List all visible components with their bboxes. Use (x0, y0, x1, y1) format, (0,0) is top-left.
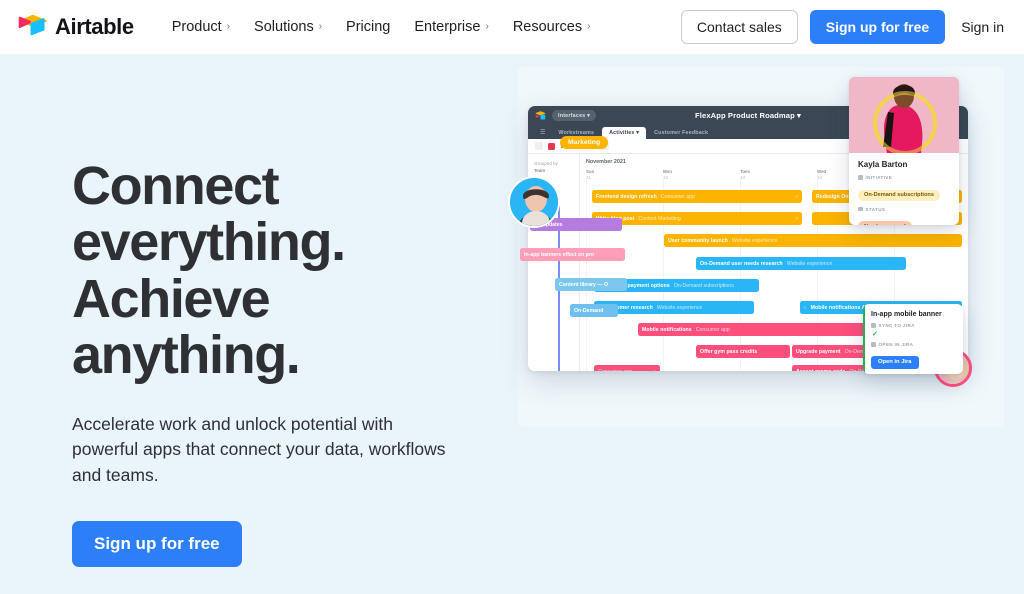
chevron-right-icon: › (226, 21, 231, 32)
bar-title: Offer gym pass credits (700, 348, 758, 355)
bar-end-handle-icon[interactable]: » (795, 216, 798, 222)
bar-subtitle: Content Marketing (638, 215, 681, 222)
nav-label: Solutions (254, 19, 314, 35)
bar-subtitle: Consumer app (598, 369, 632, 372)
status-badge[interactable]: Needs approval (858, 221, 912, 225)
status-field-label: STATUS (858, 207, 950, 212)
hero-title-line-3: Achieve (72, 268, 271, 329)
grouped-by-label: Grouped by (534, 161, 559, 166)
tab-customer-feedback[interactable]: Customer Feedback (647, 127, 715, 140)
field-label-text: STATUS (865, 206, 886, 212)
avatar-left-person[interactable] (508, 176, 560, 228)
bar-title: On-Demand user needs research (700, 260, 783, 267)
hero-signup-button[interactable]: Sign up for free (72, 520, 242, 567)
workspace-selector[interactable]: Interfaces ▾ (552, 110, 597, 121)
airtable-logo-link[interactable]: Airtable (18, 14, 134, 40)
nav-label: Enterprise (414, 19, 481, 35)
timeline-bar[interactable]: User community launch Website experience (664, 234, 962, 247)
hero-title-line-1: Connect (72, 156, 280, 216)
jira-record-title: In-app mobile banner (871, 311, 942, 318)
nav-item-product[interactable]: Product › (160, 13, 242, 41)
field-label-text: INITIATIVE (865, 175, 893, 180)
chevron-right-icon: › (318, 21, 323, 32)
record-name: Kayla Barton (858, 160, 908, 169)
bar-title: Customer research (604, 304, 653, 311)
hero-copy: Connect everything. Achieve anything. Ac… (0, 54, 500, 594)
nav-item-pricing[interactable]: Pricing (334, 13, 402, 41)
nav-label: Product (171, 19, 222, 35)
nav-label: Pricing (346, 19, 391, 35)
bar-subtitle: On-Demand subscriptions (673, 282, 734, 289)
contact-sales-button[interactable]: Contact sales (680, 10, 798, 44)
site-header: Airtable Product › Solutions › Pricing E… (0, 0, 1024, 54)
record-card-kayla[interactable]: Kayla Barton INITIATIVE On-Demand subscr… (849, 77, 959, 225)
hero-illustration: Interfaces ▾ FlexApp Product Roadmap ▾ ☰… (500, 54, 1024, 594)
open-in-jira-label: OPEN IN JIRA (871, 342, 955, 347)
field-type-icon (871, 342, 876, 347)
bar-title: Write blog post (596, 215, 635, 222)
kayla-photo (849, 77, 959, 153)
grouped-by-value[interactable]: Team (534, 167, 573, 174)
timeline-bar[interactable]: On-Demand user needs research Website exp… (696, 257, 906, 270)
airtable-logo-icon (18, 14, 48, 40)
hamburger-icon[interactable]: ☰ (535, 126, 550, 140)
kayla-card-body: Kayla Barton INITIATIVE On-Demand subscr… (849, 153, 959, 225)
bar-title: Mobile notifications (642, 326, 692, 333)
hero-title-line-2: everything. (72, 212, 346, 273)
bar-handle-icon[interactable]: ‹ (804, 305, 806, 311)
hero-section: Connect everything. Achieve anything. Ac… (0, 54, 1024, 594)
bar-title: Accept promo code (796, 369, 845, 372)
bar-handle-icon[interactable]: ‹ (598, 283, 600, 289)
record-card-jira[interactable]: In-app mobile banner SYNC TO JIRA ✓ OPEN… (863, 304, 963, 374)
field-type-icon (871, 323, 876, 328)
open-in-jira-button[interactable]: Open in Jira (871, 355, 919, 369)
nav-item-solutions[interactable]: Solutions › (242, 13, 334, 41)
group-chip-marketing[interactable]: Marketing (560, 136, 609, 149)
tab-activities[interactable]: Activities ▾ (602, 126, 647, 139)
main-navigation: Product › Solutions › Pricing Enterprise… (160, 13, 603, 41)
field-type-icon (858, 206, 863, 212)
page-title: Connect everything. Achieve anything. (72, 158, 500, 384)
sidebar-toggle-icon[interactable] (535, 142, 543, 150)
timeline-bar[interactable]: Offer gym pass credits (696, 345, 790, 358)
bar-end-handle-icon[interactable]: » (795, 194, 798, 200)
sync-checkmark-icon[interactable]: ✓ (872, 331, 955, 338)
bar-end-handle-icon[interactable]: » (653, 369, 656, 372)
bar-subtitle: Website experience (656, 304, 703, 311)
bar-title: User community launch (668, 237, 728, 244)
timeline-bar[interactable]: ‹ Customer research Website experience (594, 301, 754, 314)
bar-subtitle: Website experience (786, 260, 833, 267)
timeline-bar[interactable]: Write blog post Content Marketing » (592, 212, 802, 225)
bar-title: Upgrade payment (796, 348, 841, 355)
nav-item-enterprise[interactable]: Enterprise › (402, 13, 500, 41)
logo-wordmark: Airtable (55, 14, 134, 39)
timeline-view-icon (548, 142, 555, 150)
nav-item-resources[interactable]: Resources › (501, 13, 603, 41)
airtable-mini-logo-icon (535, 107, 552, 125)
header-actions: Contact sales Sign up for free Sign in (680, 10, 1008, 44)
field-type-icon (858, 175, 863, 180)
hero-subtitle: Accelerate work and unlock potential wit… (72, 413, 446, 486)
jira-accent-bar (863, 304, 865, 374)
bar-title: Frontend design refresh (596, 193, 657, 200)
bar-subtitle: Website experience (731, 237, 778, 244)
sync-to-jira-label: SYNC TO JIRA (871, 323, 955, 328)
initiative-field-label: INITIATIVE (858, 175, 950, 180)
hero-title-line-4: anything. (72, 325, 301, 386)
field-label-text: OPEN IN JIRA (878, 342, 914, 347)
sign-in-link[interactable]: Sign in (957, 13, 1008, 41)
chevron-right-icon: › (587, 21, 591, 32)
nav-label: Resources (512, 19, 583, 35)
bar-title: Upgrade payment options (604, 282, 670, 289)
field-label-text: SYNC TO JIRA (878, 323, 915, 328)
timeline-bar[interactable]: ‹ Upgrade payment options On-Demand subscr… (594, 279, 759, 292)
chevron-right-icon: › (485, 21, 489, 32)
initiative-tag[interactable]: On-Demand subscriptions (858, 189, 940, 201)
timeline-bar[interactable]: Consumer app » (594, 365, 660, 371)
bar-subtitle: Consumer app (695, 326, 730, 333)
bar-handle-icon[interactable]: ‹ (598, 305, 600, 311)
header-signup-button[interactable]: Sign up for free (809, 10, 946, 44)
timeline-bar[interactable]: Frontend design refresh Consumer app » (592, 190, 802, 203)
bar-subtitle: Consumer app (660, 193, 695, 200)
